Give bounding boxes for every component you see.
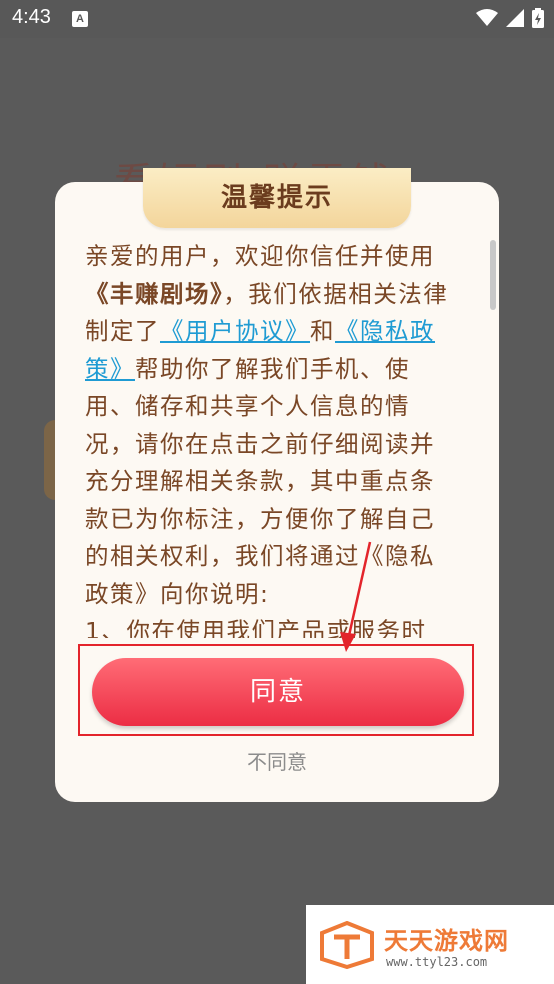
watermark-logo-icon: [320, 921, 374, 969]
status-icons: [476, 8, 544, 28]
annotation-arrow: [340, 541, 372, 652]
watermark: 天天游戏网 www.ttyl23.com: [306, 905, 554, 984]
dialog-body: 亲爱的用户，欢迎你信任并使用《丰赚剧场》，我们依据相关法律制定了《用户协议》和《…: [85, 238, 457, 638]
disagree-button[interactable]: 不同意: [220, 746, 334, 778]
body-text-1: 亲爱的用户，欢迎你信任并使用: [85, 242, 435, 270]
wifi-icon: [476, 9, 498, 26]
watermark-title: 天天游戏网: [384, 927, 509, 955]
scrollbar[interactable]: [490, 240, 496, 310]
notification-icon: A: [72, 11, 88, 27]
agree-button[interactable]: 同意: [92, 658, 464, 726]
battery-icon: [532, 8, 544, 28]
user-agreement-link[interactable]: 《用户协议》: [160, 317, 310, 345]
body-text-4: 帮助你了解我们手机、使用、储存和共享个人信息的情况，请你在点击之前仔细阅读并充分…: [85, 354, 435, 608]
app-name: 《丰赚剧场》: [85, 279, 224, 308]
signal-icon: [506, 9, 524, 27]
status-time: 4:43: [12, 6, 51, 28]
status-bar: 4:43 A: [0, 0, 554, 38]
dialog-title-badge: 温馨提示: [143, 168, 411, 228]
body-text-3: 和: [310, 317, 335, 345]
watermark-url: www.ttyl23.com: [386, 955, 488, 969]
dialog-title: 温馨提示: [220, 183, 333, 213]
